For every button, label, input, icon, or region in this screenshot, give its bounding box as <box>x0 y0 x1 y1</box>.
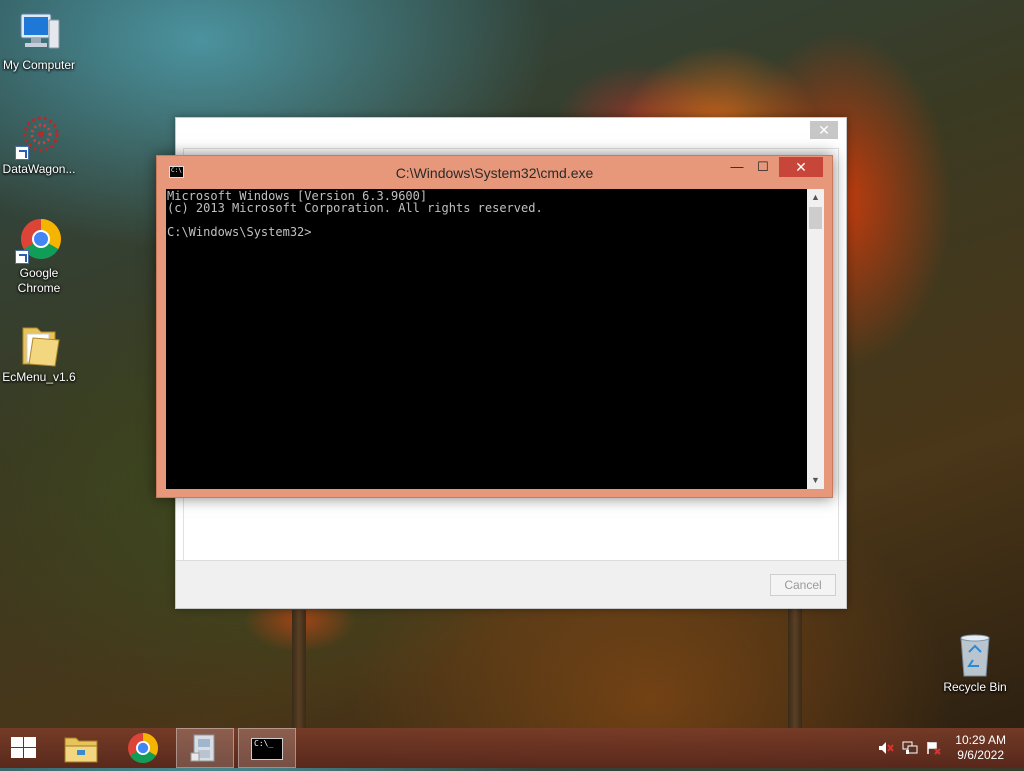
cancel-button[interactable]: Cancel <box>770 574 836 596</box>
console-prompt: C:\Windows\System32> <box>167 225 312 239</box>
folder-icon <box>15 320 63 368</box>
close-button[interactable]: ✕ <box>779 157 823 177</box>
volume-muted-icon[interactable] <box>878 741 894 755</box>
scroll-down-icon[interactable]: ▼ <box>807 472 824 489</box>
clock-time: 10:29 AM <box>955 733 1006 747</box>
console-line: (c) 2013 Microsoft Corporation. All righ… <box>167 201 543 215</box>
desktop-icon-recycle-bin[interactable]: Recycle Bin <box>935 630 1015 695</box>
desktop-icon-label: EcMenu_v1.6 <box>2 370 76 384</box>
desktop-icon-my-computer[interactable]: My Computer <box>0 8 78 73</box>
desktop-icon-ecmenu[interactable]: EcMenu_v1.6 <box>0 320 78 385</box>
scroll-up-icon[interactable]: ▲ <box>807 189 824 206</box>
shortcut-arrow-icon <box>15 146 29 160</box>
taskbar: C:\_ 10:29 AM 9/6/2022 <box>0 728 1024 768</box>
taskbar-clock[interactable]: 10:29 AM 9/6/2022 <box>955 733 1006 763</box>
recycle-bin-icon <box>951 630 999 678</box>
taskbar-installer[interactable] <box>176 728 234 768</box>
shortcut-arrow-icon <box>15 250 29 264</box>
installer-icon <box>190 734 215 762</box>
scroll-thumb[interactable] <box>809 207 822 229</box>
dialog-close-button[interactable]: ✕ <box>810 121 838 139</box>
cmd-icon-text: C:\_ <box>254 739 274 748</box>
maximize-button[interactable]: ☐ <box>750 157 776 177</box>
desktop-icon-label: My Computer <box>2 58 76 72</box>
desktop-icon-label: Google Chrome <box>17 266 61 295</box>
system-tray: 10:29 AM 9/6/2022 <box>864 728 1024 768</box>
taskbar-file-explorer[interactable] <box>52 728 110 768</box>
chrome-icon <box>128 733 159 764</box>
desktop-icon-label: DataWagon... <box>2 162 76 176</box>
minimize-button[interactable]: — <box>724 157 750 177</box>
cmd-title-bar[interactable]: C:\ C:\Windows\System32\cmd.exe — ☐ ✕ <box>157 156 832 189</box>
clock-date: 9/6/2022 <box>957 748 1004 762</box>
vertical-scrollbar[interactable]: ▲ ▼ <box>807 189 824 489</box>
desktop-icon-datawagon[interactable]: DataWagon... <box>0 112 78 177</box>
desktop-icon-label: Recycle Bin <box>943 680 1007 694</box>
action-center-flag-icon[interactable] <box>926 741 942 755</box>
chrome-icon <box>15 216 63 264</box>
file-explorer-icon <box>64 737 98 763</box>
computer-icon <box>15 8 63 56</box>
cmd-window[interactable]: C:\ C:\Windows\System32\cmd.exe — ☐ ✕ Mi… <box>156 155 833 498</box>
network-icon[interactable] <box>902 741 918 755</box>
cmd-icon: C:\_ <box>251 738 283 760</box>
wallpaper-stem <box>788 600 802 728</box>
wallpaper-stem <box>292 610 306 728</box>
dialog-footer: Cancel <box>176 560 846 608</box>
console-output[interactable]: Microsoft Windows [Version 6.3.9600] (c) … <box>166 189 807 489</box>
windows-logo-icon <box>11 737 37 759</box>
start-button[interactable] <box>0 728 48 768</box>
taskbar-cmd[interactable]: C:\_ <box>238 728 296 768</box>
taskbar-chrome[interactable] <box>114 728 172 768</box>
datawagon-icon <box>15 112 63 160</box>
desktop-icon-google-chrome[interactable]: Google Chrome <box>0 216 78 296</box>
